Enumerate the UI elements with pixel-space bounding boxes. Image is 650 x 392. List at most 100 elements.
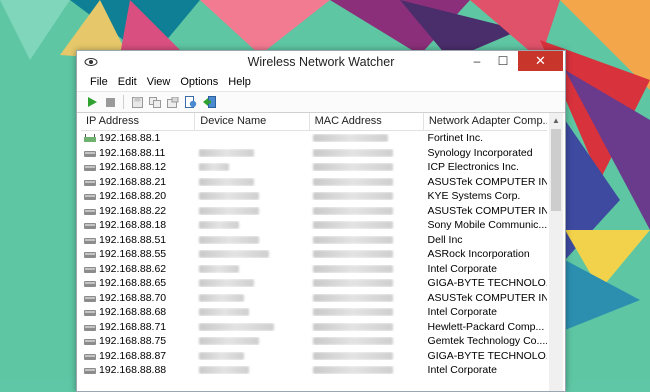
redacted-mac-address xyxy=(313,250,394,259)
device-name-cell xyxy=(194,366,309,375)
network-device-icon xyxy=(84,237,96,244)
column-adapter-company[interactable]: Network Adapter Comp... xyxy=(424,113,547,130)
vertical-scrollbar[interactable]: ▲ xyxy=(549,113,563,391)
table-row[interactable]: 192.168.88.51 Dell Inc xyxy=(81,233,547,248)
close-button[interactable]: ✕ xyxy=(518,51,563,71)
redacted-device-name xyxy=(198,192,259,201)
ip-cell: 192.168.88.75 xyxy=(81,335,194,347)
redacted-mac-address xyxy=(313,293,394,302)
network-device-icon xyxy=(84,310,96,317)
ip-address-text: 192.168.88.68 xyxy=(99,306,167,319)
properties-button[interactable] xyxy=(166,95,180,109)
adapter-company-cell: KYE Systems Corp. xyxy=(427,190,521,203)
table-row[interactable]: 192.168.88.20 KYE Systems Corp. xyxy=(81,189,547,204)
redacted-device-name xyxy=(198,206,259,215)
redacted-mac-address xyxy=(313,134,389,143)
ip-cell: 192.168.88.12 xyxy=(81,161,194,173)
menu-options[interactable]: Options xyxy=(175,76,223,88)
adapter-company-cell: ASUSTek COMPUTER IN... xyxy=(427,204,547,217)
ip-cell: 192.168.88.65 xyxy=(81,277,194,289)
device-name-cell xyxy=(194,337,309,346)
table-row[interactable]: 192.168.88.62 Intel Corporate xyxy=(81,262,547,277)
menu-help[interactable]: Help xyxy=(223,76,256,88)
device-name-cell xyxy=(194,351,309,360)
redacted-device-name xyxy=(198,279,254,288)
adapter-company-cell: Hewlett-Packard Comp... xyxy=(427,320,545,333)
column-ip-address[interactable]: IP Address xyxy=(81,113,196,130)
table-row[interactable]: 192.168.88.75 Gemtek Technology Co.... xyxy=(81,334,547,349)
redacted-device-name xyxy=(198,250,269,259)
table-row[interactable]: 192.168.88.55 ASRock Incorporation xyxy=(81,247,547,262)
network-device-icon xyxy=(84,281,96,288)
mac-address-cell xyxy=(308,279,423,288)
ip-address-text: 192.168.88.62 xyxy=(99,262,167,275)
table-row[interactable]: 192.168.88.11 Synology Incorporated xyxy=(81,146,547,161)
html-report-button[interactable] xyxy=(184,95,198,109)
network-device-icon xyxy=(84,295,96,302)
mac-address-cell xyxy=(308,163,423,172)
ip-address-text: 192.168.88.20 xyxy=(99,190,167,203)
stop-button[interactable] xyxy=(103,95,117,109)
minimize-button[interactable]: – xyxy=(464,51,490,71)
stop-icon xyxy=(105,97,115,107)
redacted-mac-address xyxy=(313,206,394,215)
device-name-cell xyxy=(194,163,309,172)
ip-address-text: 192.168.88.51 xyxy=(99,233,167,246)
device-name-cell xyxy=(194,264,309,273)
ip-cell: 192.168.88.21 xyxy=(81,176,194,188)
column-mac-address[interactable]: MAC Address xyxy=(310,113,424,130)
table-row[interactable]: 192.168.88.12 ICP Electronics Inc. xyxy=(81,160,547,175)
mac-address-cell xyxy=(308,337,423,346)
redacted-device-name xyxy=(198,366,249,375)
table-row[interactable]: 192.168.88.71 Hewlett-Packard Comp... xyxy=(81,320,547,335)
copy-button[interactable] xyxy=(148,95,162,109)
exit-button[interactable] xyxy=(202,95,216,109)
network-device-icon xyxy=(84,150,96,157)
redacted-mac-address xyxy=(313,235,394,244)
scroll-up-icon[interactable]: ▲ xyxy=(549,113,563,127)
adapter-company-cell: Fortinet Inc. xyxy=(427,132,483,145)
ip-address-text: 192.168.88.71 xyxy=(99,320,167,333)
menu-edit[interactable]: Edit xyxy=(113,76,142,88)
ip-cell: 192.168.88.62 xyxy=(81,263,194,275)
start-button[interactable] xyxy=(85,95,99,109)
table-row[interactable]: 192.168.88.21 ASUSTek COMPUTER IN... xyxy=(81,175,547,190)
maximize-button[interactable]: ☐ xyxy=(490,51,516,71)
table-row[interactable]: 192.168.88.88 Intel Corporate xyxy=(81,363,547,378)
title-bar[interactable]: Wireless Network Watcher – ☐ ✕ xyxy=(77,51,565,73)
mac-address-cell xyxy=(308,351,423,360)
table-row[interactable]: 192.168.88.18 Sony Mobile Communic... xyxy=(81,218,547,233)
ip-cell: 192.168.88.55 xyxy=(81,248,194,260)
mac-address-cell xyxy=(308,134,423,143)
scroll-thumb[interactable] xyxy=(551,129,561,211)
menu-view[interactable]: View xyxy=(142,76,176,88)
device-name-cell xyxy=(194,177,309,186)
column-device-name[interactable]: Device Name xyxy=(195,113,310,130)
mac-address-cell xyxy=(308,250,423,259)
table-row[interactable]: 192.168.88.70 ASUSTek COMPUTER IN... xyxy=(81,291,547,306)
ip-cell: 192.168.88.18 xyxy=(81,219,194,231)
ip-address-text: 192.168.88.65 xyxy=(99,277,167,290)
table-row[interactable]: 192.168.88.87 GIGA-BYTE TECHNOLO... xyxy=(81,349,547,364)
table-row[interactable]: 192.168.88.1 Fortinet Inc. xyxy=(81,131,547,146)
redacted-device-name xyxy=(198,235,259,244)
menu-file[interactable]: File xyxy=(85,76,113,88)
ip-address-text: 192.168.88.55 xyxy=(99,248,167,261)
device-list: IP Address Device Name MAC Address Netwo… xyxy=(81,113,547,391)
list-header: IP Address Device Name MAC Address Netwo… xyxy=(81,113,547,131)
window-title: Wireless Network Watcher xyxy=(247,55,395,69)
table-row[interactable]: 192.168.88.65 GIGA-BYTE TECHNOLO... xyxy=(81,276,547,291)
redacted-mac-address xyxy=(313,264,394,273)
redacted-device-name xyxy=(198,264,239,273)
table-row[interactable]: 192.168.88.68 Intel Corporate xyxy=(81,305,547,320)
menu-bar: File Edit View Options Help xyxy=(77,73,565,91)
table-row[interactable]: 192.168.88.22 ASUSTek COMPUTER IN... xyxy=(81,204,547,219)
adapter-company-cell: Intel Corporate xyxy=(427,364,498,377)
mac-address-cell xyxy=(308,308,423,317)
network-device-icon xyxy=(84,368,96,375)
toolbar xyxy=(77,91,565,113)
save-button[interactable] xyxy=(130,95,144,109)
exit-icon xyxy=(202,96,216,108)
redacted-mac-address xyxy=(313,221,394,230)
redacted-mac-address xyxy=(313,279,394,288)
